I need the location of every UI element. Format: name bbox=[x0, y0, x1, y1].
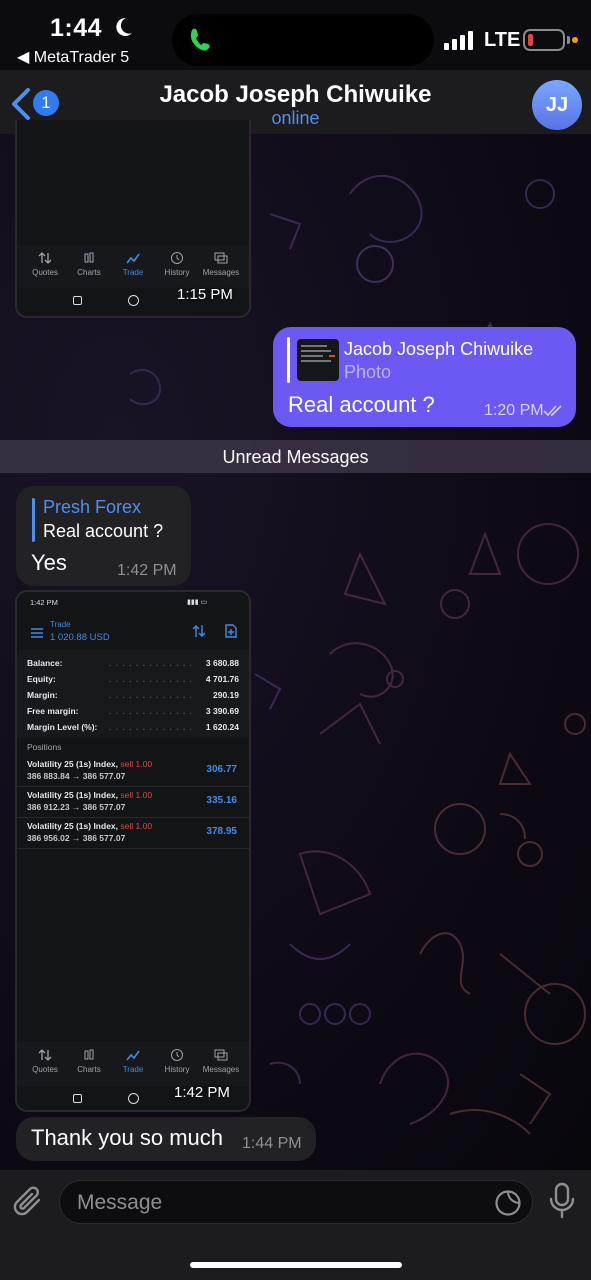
reply-type: Photo bbox=[344, 362, 392, 382]
position-row: Volatility 25 (1s) Index, sell 1.00 386 … bbox=[17, 756, 249, 787]
outgoing-message[interactable]: Jacob Joseph Chiwuike Photo Real account… bbox=[273, 327, 576, 427]
message-time: 1:20 PM bbox=[484, 402, 544, 419]
network-type: LTE bbox=[484, 29, 521, 51]
microphone-icon[interactable] bbox=[548, 1182, 576, 1220]
free-margin-row: Free margin:. . . . . . . . . . . . . . … bbox=[27, 706, 239, 716]
margin-row: Margin:. . . . . . . . . . . . . . . . .… bbox=[27, 690, 239, 700]
attachment-icon[interactable] bbox=[12, 1184, 46, 1220]
account-summary: Balance:. . . . . . . . . . . . . . . . … bbox=[17, 650, 249, 738]
mt5-status-bar: 1:42 PM ▮▮▮ ▭ bbox=[30, 598, 208, 607]
back-to-app-link[interactable]: ◀ MetaTrader 5 bbox=[17, 47, 129, 67]
reply-thumbnail bbox=[297, 339, 339, 381]
message-time: 1:42 PM bbox=[174, 1084, 230, 1101]
message-time: 1:44 PM bbox=[242, 1135, 302, 1152]
sort-icon bbox=[192, 625, 206, 637]
tab-trade: Trade bbox=[111, 251, 155, 277]
reply-author: Presh Forex bbox=[43, 497, 142, 517]
screenshot-image-trade[interactable]: 1:42 PM ▮▮▮ ▭ Trade 1 020.88 USD Balance… bbox=[15, 590, 251, 1112]
message-time: 1:15 PM bbox=[177, 286, 233, 303]
message-text: Thank you so much bbox=[31, 1125, 223, 1150]
moon-icon bbox=[116, 17, 132, 36]
message-field[interactable]: Message bbox=[59, 1180, 533, 1224]
new-order-icon bbox=[225, 624, 237, 638]
home-indicator[interactable] bbox=[190, 1262, 402, 1268]
status-time: 1:44 bbox=[50, 14, 103, 42]
positions-label: Positions bbox=[27, 742, 62, 752]
read-checkmarks-icon bbox=[543, 405, 562, 417]
mt5-tab-bar: Quotes Charts Trade History Messages bbox=[17, 245, 249, 291]
margin-level-row: Margin Level (%):. . . . . . . . . . . .… bbox=[27, 722, 239, 732]
tab-messages: Messages bbox=[199, 251, 243, 277]
position-row: Volatility 25 (1s) Index, sell 1.00 386 … bbox=[17, 787, 249, 818]
message-text: Yes bbox=[31, 550, 67, 575]
reply-text: Real account ? bbox=[43, 521, 164, 541]
battery-icon bbox=[523, 29, 565, 51]
tab-trade: Trade bbox=[111, 1048, 155, 1074]
tab-messages: Messages bbox=[199, 1048, 243, 1074]
privacy-indicator bbox=[572, 37, 578, 43]
contact-name[interactable]: Jacob Joseph Chiwuike bbox=[0, 81, 591, 109]
tab-charts: Charts bbox=[67, 251, 111, 277]
mt5-tab-bar: Quotes Charts Trade History Messages bbox=[17, 1042, 249, 1088]
tab-quotes: Quotes bbox=[23, 1048, 67, 1074]
battery-tip bbox=[567, 36, 570, 44]
signal-icon bbox=[444, 31, 473, 50]
message-input-bar: Message bbox=[0, 1170, 591, 1280]
tab-history: History bbox=[155, 251, 199, 277]
tab-history: History bbox=[155, 1048, 199, 1074]
mt5-header: Trade 1 020.88 USD bbox=[17, 614, 249, 650]
screenshot-image-top[interactable]: Quotes Charts Trade History Messages 1:1… bbox=[15, 120, 251, 318]
position-row: Volatility 25 (1s) Index, sell 1.00 386 … bbox=[17, 818, 249, 849]
incoming-message[interactable]: Presh Forex Real account ? Yes 1:42 PM bbox=[16, 486, 191, 586]
tab-charts: Charts bbox=[67, 1048, 111, 1074]
reply-bar bbox=[287, 337, 290, 383]
tab-quotes: Quotes bbox=[23, 251, 67, 277]
dynamic-island[interactable] bbox=[172, 14, 434, 66]
incoming-message[interactable]: Thank you so much 1:44 PM bbox=[16, 1117, 316, 1161]
sticker-icon[interactable] bbox=[494, 1189, 522, 1217]
message-placeholder: Message bbox=[77, 1191, 163, 1214]
unread-divider-label: Unread Messages bbox=[222, 447, 369, 467]
reply-author: Jacob Joseph Chiwuike bbox=[344, 339, 534, 359]
avatar[interactable]: JJ bbox=[532, 80, 582, 130]
equity-row: Equity:. . . . . . . . . . . . . . . . .… bbox=[27, 674, 239, 684]
message-text: Real account ? bbox=[288, 392, 435, 417]
balance-row: Balance:. . . . . . . . . . . . . . . . … bbox=[27, 658, 239, 668]
menu-icon bbox=[31, 628, 43, 638]
telegram-chat-screen: 1:44 ◀ MetaTrader 5 LTE 1 Jacob Joseph C… bbox=[0, 0, 591, 1280]
unread-divider: Unread Messages bbox=[0, 440, 591, 473]
phone-call-icon bbox=[190, 28, 210, 51]
reply-bar bbox=[32, 498, 35, 542]
message-time: 1:42 PM bbox=[117, 562, 177, 579]
